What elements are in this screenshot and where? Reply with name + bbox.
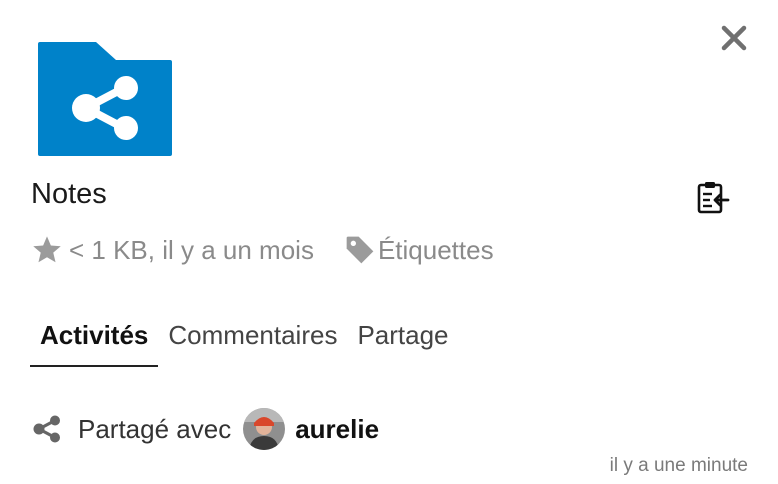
tab-sharing[interactable]: Partage: [347, 316, 458, 367]
activity-user[interactable]: aurelie: [295, 414, 379, 445]
activity-text: Partagé avec: [78, 413, 232, 444]
copy-link-button[interactable]: [694, 180, 730, 216]
file-size-date: < 1 KB, il y a un mois: [69, 234, 314, 265]
close-button[interactable]: [718, 22, 750, 54]
clipboard-icon: [697, 182, 730, 214]
activity-timestamp: il y a une minute: [609, 455, 748, 476]
file-name: Notes: [31, 178, 107, 210]
tags-label[interactable]: Étiquettes: [378, 235, 494, 266]
tab-activities[interactable]: Activités: [30, 316, 159, 367]
avatar[interactable]: [243, 408, 286, 450]
activity-item: Partagé avec aurelie: [30, 408, 379, 450]
star-icon[interactable]: [31, 234, 63, 266]
sidebar-tabs: Activités Commentaires Partage: [30, 316, 459, 367]
close-icon: [721, 25, 747, 51]
tag-icon[interactable]: [344, 234, 376, 266]
shared-folder-icon: [38, 42, 172, 156]
share-icon: [33, 415, 60, 443]
file-meta-row: < 1 KB, il y a un mois Étiquettes: [31, 232, 494, 268]
tab-comments[interactable]: Commentaires: [158, 316, 347, 367]
